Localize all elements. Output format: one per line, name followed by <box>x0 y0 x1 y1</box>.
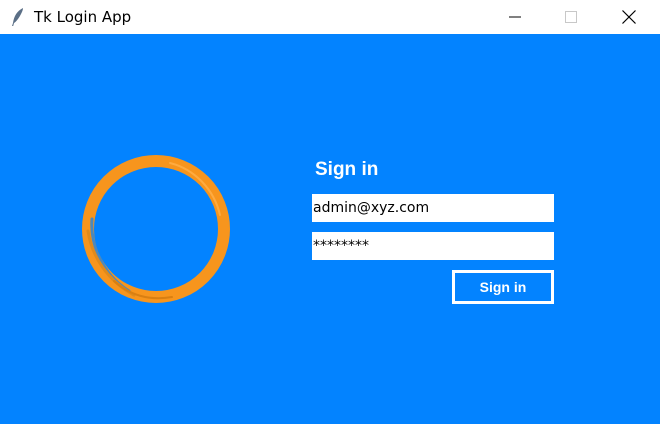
enso-circle-logo <box>82 155 230 303</box>
close-icon <box>622 10 636 24</box>
window-title: Tk Login App <box>34 8 132 26</box>
title-bar: Tk Login App <box>0 0 660 34</box>
maximize-button[interactable] <box>548 0 594 34</box>
feather-icon <box>12 8 23 26</box>
app-window: Tk Login App Sign in admin@xyz.com *****… <box>0 0 660 424</box>
signin-heading: Sign in <box>315 159 379 180</box>
close-button[interactable] <box>606 0 652 34</box>
maximize-icon <box>565 11 577 23</box>
password-field[interactable] <box>312 232 554 260</box>
email-field[interactable] <box>312 194 554 222</box>
signin-button[interactable]: Sign in <box>452 270 554 304</box>
login-panel: Sign in Sign in <box>0 34 660 424</box>
minimize-icon <box>509 16 521 18</box>
minimize-button[interactable] <box>492 0 538 34</box>
